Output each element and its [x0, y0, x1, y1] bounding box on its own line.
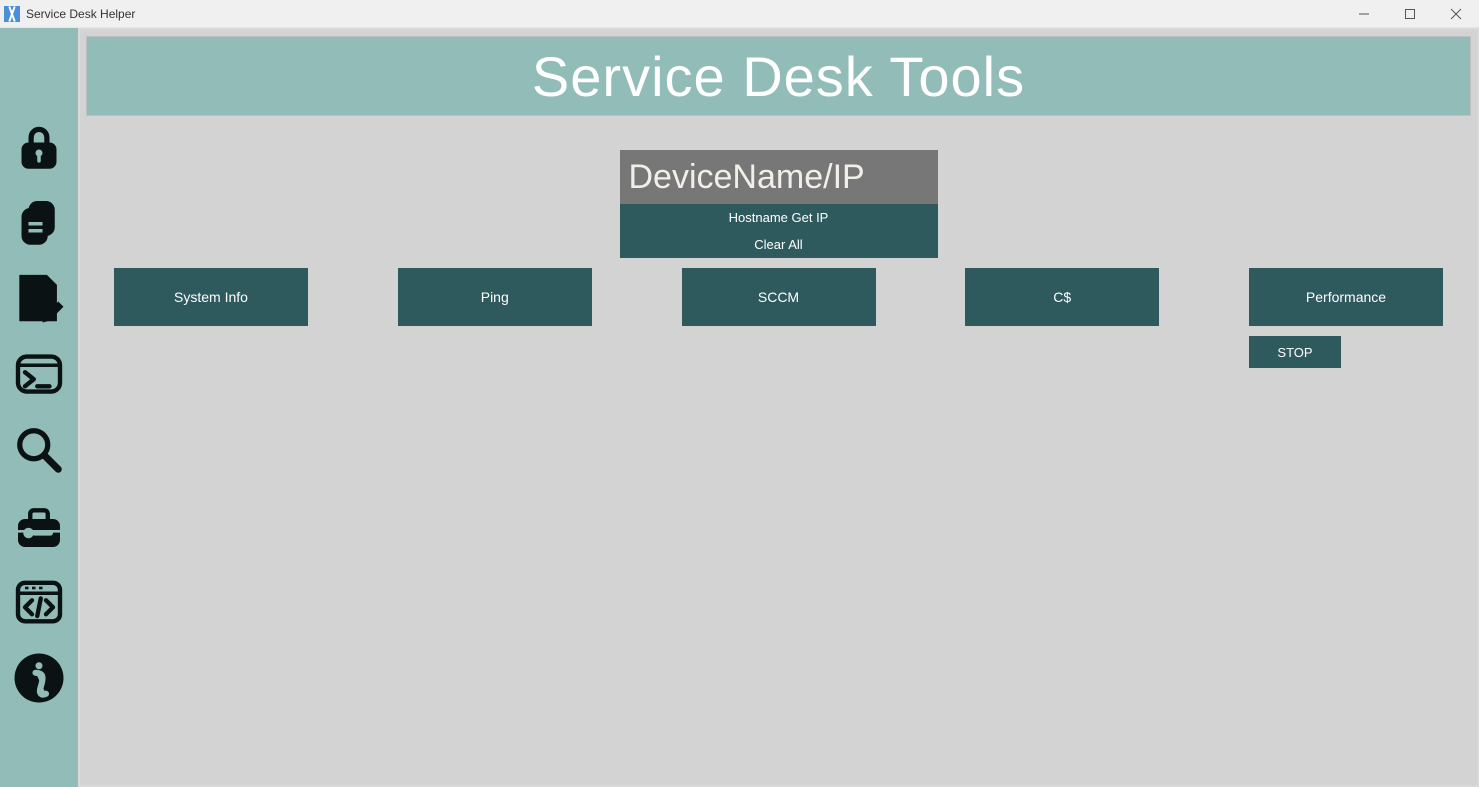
edit-document-icon — [11, 270, 67, 331]
search-icon — [11, 422, 67, 483]
clear-all-button[interactable]: Clear All — [620, 231, 938, 258]
window-controls — [1341, 0, 1479, 27]
sccm-button[interactable]: SCCM — [682, 268, 876, 326]
c-share-button[interactable]: C$ — [965, 268, 1159, 326]
lock-icon — [11, 118, 67, 179]
ping-button[interactable]: Ping — [398, 268, 592, 326]
code-window-icon — [11, 574, 67, 635]
hostname-get-ip-button[interactable]: Hostname Get IP — [620, 204, 938, 231]
banner: Service Desk Tools — [86, 36, 1471, 116]
sidebar-item-terminal[interactable] — [9, 346, 69, 406]
system-info-button[interactable]: System Info — [114, 268, 308, 326]
stop-button[interactable]: STOP — [1249, 336, 1341, 368]
device-name-input[interactable] — [620, 150, 938, 204]
sidebar-item-toolbox[interactable] — [9, 498, 69, 558]
close-button[interactable] — [1433, 0, 1479, 27]
sidebar — [0, 28, 78, 787]
info-icon — [11, 650, 67, 711]
sidebar-item-lock[interactable] — [9, 118, 69, 178]
page-title: Service Desk Tools — [532, 44, 1025, 109]
window-title: Service Desk Helper — [26, 7, 135, 21]
sidebar-item-code-window[interactable] — [9, 574, 69, 634]
action-row: System Info Ping SCCM C$ Performance STO… — [86, 268, 1471, 368]
app-icon — [4, 6, 20, 22]
maximize-button[interactable] — [1387, 0, 1433, 27]
sidebar-item-info[interactable] — [9, 650, 69, 710]
sidebar-item-search[interactable] — [9, 422, 69, 482]
toolbox-icon — [11, 498, 67, 559]
device-entry-block: Hostname Get IP Clear All — [620, 150, 938, 258]
performance-button[interactable]: Performance — [1249, 268, 1443, 326]
sidebar-item-edit-document[interactable] — [9, 270, 69, 330]
window-titlebar: Service Desk Helper — [0, 0, 1479, 28]
terminal-icon — [11, 346, 67, 407]
main-panel: Service Desk Tools Hostname Get IP Clear… — [78, 28, 1479, 787]
minimize-button[interactable] — [1341, 0, 1387, 27]
sidebar-item-clipboard[interactable] — [9, 194, 69, 254]
clipboard-icon — [11, 194, 67, 255]
